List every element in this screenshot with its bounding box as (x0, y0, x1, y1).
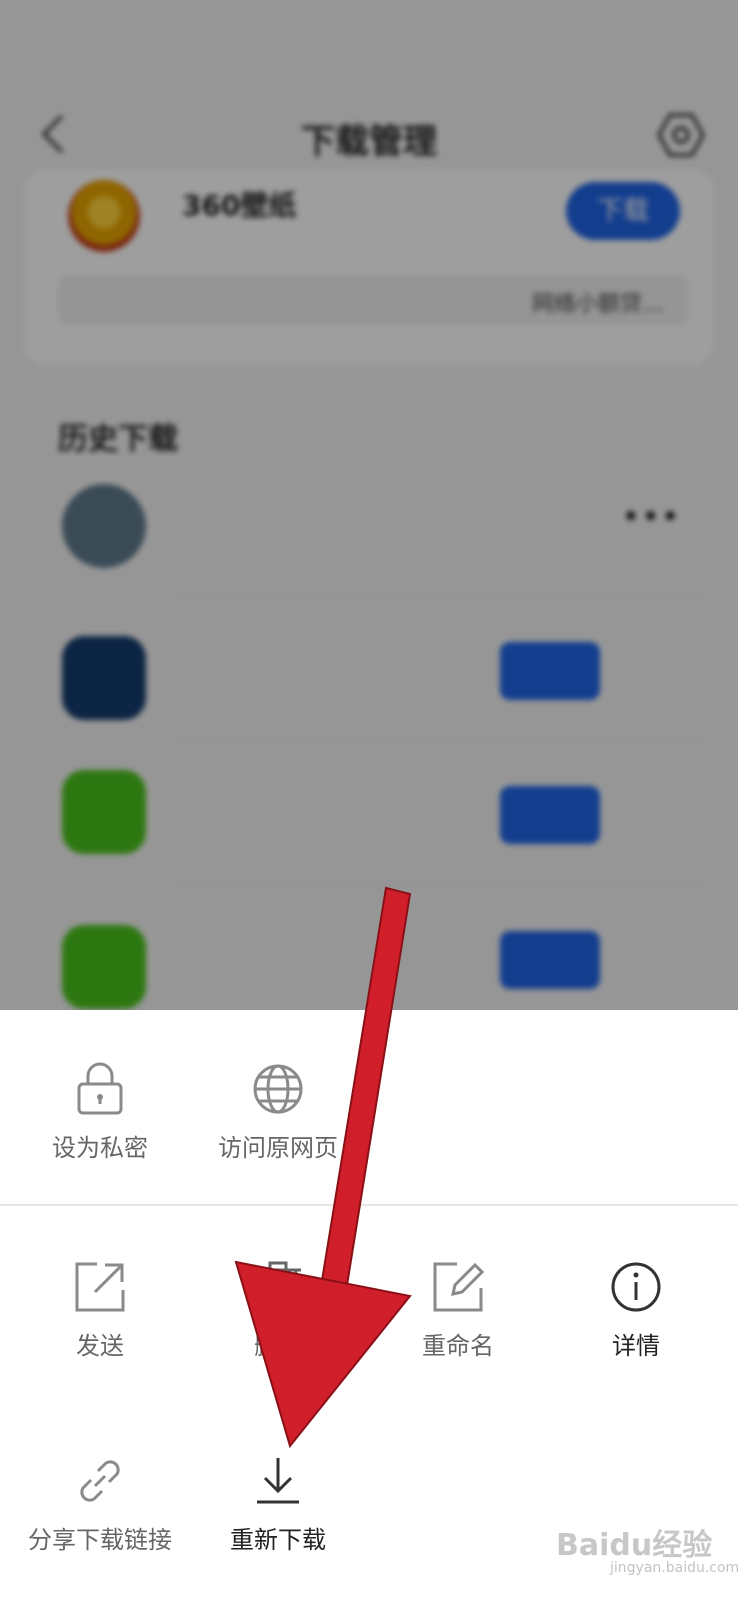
set-private-button[interactable]: 设为私密 (10, 1062, 190, 1163)
send-label: 发送 (76, 1332, 124, 1360)
info-icon (611, 1262, 661, 1312)
dim-overlay[interactable] (0, 0, 738, 1010)
action-sheet: 设为私密 访问原网页 发送 删除 重命名 详情 分享下载链接 重新下载 (0, 1010, 738, 1600)
send-icon (75, 1262, 125, 1312)
baidu-watermark-url: jingyan.baidu.com (610, 1560, 738, 1576)
visit-page-label: 访问原网页 (218, 1134, 338, 1162)
share-link-label: 分享下载链接 (28, 1526, 172, 1554)
redownload-label: 重新下载 (230, 1526, 326, 1554)
download-icon (257, 1458, 299, 1504)
details-button[interactable]: 详情 (546, 1260, 726, 1361)
globe-icon (253, 1064, 303, 1114)
sheet-divider (0, 1204, 738, 1206)
trash-icon (255, 1261, 301, 1313)
redownload-button[interactable]: 重新下载 (188, 1454, 368, 1555)
link-icon (80, 1460, 120, 1502)
set-private-label: 设为私密 (52, 1134, 148, 1162)
send-button[interactable]: 发送 (10, 1260, 190, 1361)
visit-page-button[interactable]: 访问原网页 (188, 1062, 368, 1163)
share-link-button[interactable]: 分享下载链接 (10, 1454, 190, 1555)
details-label: 详情 (612, 1332, 660, 1360)
rename-button[interactable]: 重命名 (368, 1260, 548, 1361)
delete-label: 删除 (254, 1332, 302, 1360)
lock-icon (77, 1062, 123, 1115)
delete-button[interactable]: 删除 (188, 1260, 368, 1361)
edit-icon (433, 1262, 485, 1312)
rename-label: 重命名 (422, 1332, 494, 1360)
background-page: 下载管理 360壁纸 下载 网络小额贷… 历史下载 ••• (0, 0, 738, 1010)
baidu-watermark: Baidu经验 (556, 1528, 713, 1563)
